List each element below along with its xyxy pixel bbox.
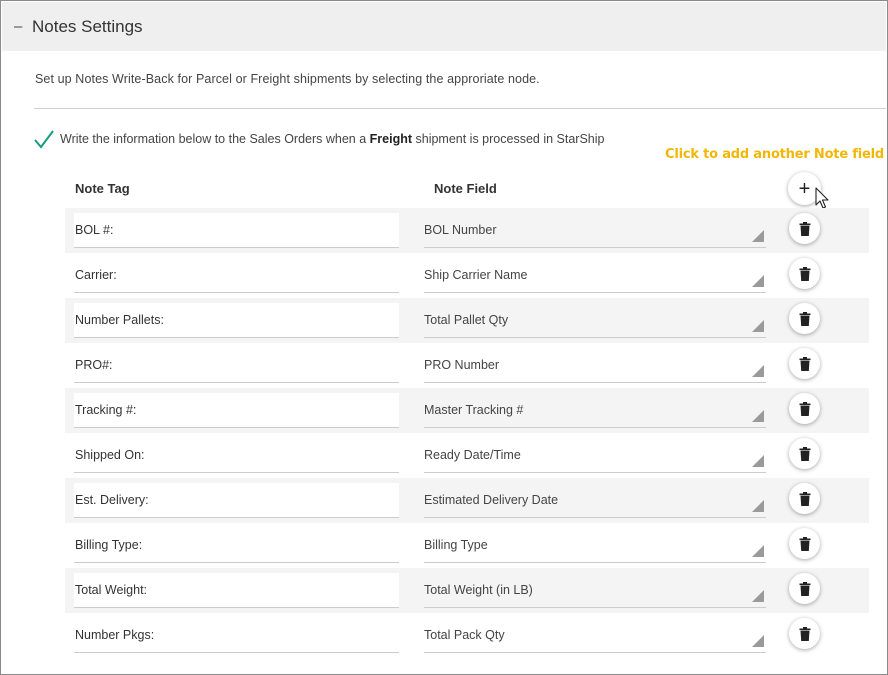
delete-row-button[interactable] — [789, 303, 820, 334]
note-field-select[interactable]: Total Pack Qty — [424, 618, 766, 653]
note-row: Shipped On: Ready Date/Time — [65, 433, 869, 478]
minus-icon[interactable]: – — [14, 19, 28, 34]
note-field-select[interactable]: Estimated Delivery Date — [424, 483, 766, 518]
note-field-value: BOL Number — [424, 223, 497, 237]
note-field-value: Ready Date/Time — [424, 448, 521, 462]
note-field-select[interactable]: Billing Type — [424, 528, 766, 563]
delete-row-button[interactable] — [789, 528, 820, 559]
add-note-callout: Click to add another Note field — [665, 147, 884, 162]
checkmark-icon[interactable] — [33, 128, 55, 150]
trash-icon — [799, 356, 810, 371]
trash-icon — [799, 491, 810, 506]
delete-row-button[interactable] — [789, 213, 820, 244]
note-field-select[interactable]: PRO Number — [424, 348, 766, 383]
dropdown-triangle-icon — [752, 500, 764, 512]
note-tag-input[interactable]: Number Pkgs: — [74, 618, 399, 653]
note-tag-input[interactable]: Billing Type: — [74, 528, 399, 563]
dropdown-triangle-icon — [752, 635, 764, 647]
dropdown-triangle-icon — [752, 320, 764, 332]
note-field-value: Billing Type — [424, 538, 488, 552]
dropdown-triangle-icon — [752, 230, 764, 242]
note-tag-input[interactable]: Total Weight: — [74, 573, 399, 608]
notes-settings-panel: – Notes Settings Set up Notes Write-Back… — [0, 0, 888, 675]
note-field-select[interactable]: Total Weight (in LB) — [424, 573, 766, 608]
dropdown-triangle-icon — [752, 545, 764, 557]
trash-icon — [799, 266, 810, 281]
trash-icon — [799, 626, 810, 641]
delete-row-button[interactable] — [789, 618, 820, 649]
note-row: Billing Type: Billing Type — [65, 523, 869, 568]
trash-icon — [799, 446, 810, 461]
trash-icon — [799, 581, 810, 596]
note-row: Carrier: Ship Carrier Name — [65, 253, 869, 298]
note-field-select[interactable]: Ready Date/Time — [424, 438, 766, 473]
note-row: PRO#: PRO Number — [65, 343, 869, 388]
column-header-note-field: Note Field — [434, 181, 497, 196]
note-tag-input[interactable]: Tracking #: — [74, 393, 399, 428]
note-field-select[interactable]: Total Pallet Qty — [424, 303, 766, 338]
description-text: Set up Notes Write-Back for Parcel or Fr… — [35, 72, 540, 86]
freight-writeback-option: Write the information below to the Sales… — [33, 127, 604, 151]
note-row: Number Pallets: Total Pallet Qty — [65, 298, 869, 343]
plus-icon: + — [798, 177, 811, 200]
dropdown-triangle-icon — [752, 455, 764, 467]
panel-title: Notes Settings — [32, 16, 143, 36]
note-tag-input[interactable]: Shipped On: — [74, 438, 399, 473]
note-field-value: Master Tracking # — [424, 403, 524, 417]
delete-row-button[interactable] — [789, 393, 820, 424]
note-row: Tracking #: Master Tracking # — [65, 388, 869, 433]
dropdown-triangle-icon — [752, 410, 764, 422]
note-row: Est. Delivery: Estimated Delivery Date — [65, 478, 869, 523]
note-rows: BOL #: BOL Number Carrier: Ship Carrier … — [65, 208, 869, 658]
writeback-label: Write the information below to the Sales… — [60, 132, 605, 146]
note-field-value: Total Weight (in LB) — [424, 583, 533, 597]
delete-row-button[interactable] — [789, 258, 820, 289]
note-row: Number Pkgs: Total Pack Qty — [65, 613, 869, 658]
dropdown-triangle-icon — [752, 275, 764, 287]
note-tag-input[interactable]: BOL #: — [74, 213, 399, 248]
trash-icon — [799, 221, 810, 236]
note-field-value: PRO Number — [424, 358, 500, 372]
note-tag-input[interactable]: Est. Delivery: — [74, 483, 399, 518]
note-tag-input[interactable]: PRO#: — [74, 348, 399, 383]
panel-header[interactable]: – Notes Settings — [2, 2, 886, 51]
trash-icon — [799, 401, 810, 416]
note-tag-input[interactable]: Number Pallets: — [74, 303, 399, 338]
note-field-value: Total Pallet Qty — [424, 313, 509, 327]
note-row: BOL #: BOL Number — [65, 208, 869, 253]
note-field-value: Estimated Delivery Date — [424, 493, 559, 507]
trash-icon — [799, 536, 810, 551]
trash-icon — [799, 311, 810, 326]
delete-row-button[interactable] — [789, 348, 820, 379]
note-field-select[interactable]: BOL Number — [424, 213, 766, 248]
note-field-select[interactable]: Master Tracking # — [424, 393, 766, 428]
note-field-value: Total Pack Qty — [424, 628, 505, 642]
note-row: Total Weight: Total Weight (in LB) — [65, 568, 869, 613]
note-field-value: Ship Carrier Name — [424, 268, 528, 282]
column-header-note-tag: Note Tag — [75, 181, 130, 196]
delete-row-button[interactable] — [789, 438, 820, 469]
note-field-select[interactable]: Ship Carrier Name — [424, 258, 766, 293]
divider — [34, 108, 886, 109]
dropdown-triangle-icon — [752, 365, 764, 377]
delete-row-button[interactable] — [789, 573, 820, 604]
note-tag-input[interactable]: Carrier: — [74, 258, 399, 293]
delete-row-button[interactable] — [789, 483, 820, 514]
dropdown-triangle-icon — [752, 590, 764, 602]
